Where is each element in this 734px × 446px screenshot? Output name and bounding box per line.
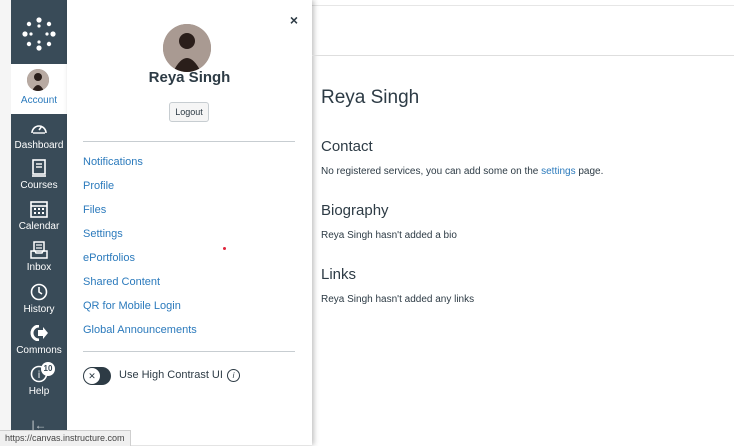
divider (83, 351, 295, 352)
dashboard-icon (11, 118, 67, 138)
info-icon[interactable]: i (227, 369, 240, 382)
avatar (163, 24, 211, 72)
history-icon (11, 282, 67, 302)
inbox-icon (11, 240, 67, 260)
contact-text-before: No registered services, you can add some… (321, 166, 542, 177)
nav-item-commons[interactable]: Commons (11, 323, 67, 363)
biography-heading: Biography (321, 202, 389, 219)
nav-item-label: History (23, 304, 55, 315)
header-divider (312, 55, 734, 56)
contact-text-after: page. (575, 166, 604, 177)
close-icon[interactable]: × (286, 12, 302, 28)
nav-item-dashboard[interactable]: Dashboard (11, 118, 67, 158)
links-text: Reya Singh hasn't added any links (321, 294, 475, 305)
tray-link-global-announcements[interactable]: Global Announcements (83, 324, 197, 336)
nav-item-calendar[interactable]: Calendar (11, 199, 67, 239)
high-contrast-toggle[interactable]: ✕ (83, 367, 111, 385)
cursor-dot (223, 247, 226, 250)
tray-link-settings[interactable]: Settings (83, 228, 123, 240)
canvas-logo-icon[interactable] (11, 8, 67, 60)
nav-item-label: Commons (16, 345, 62, 356)
tray-link-shared-content[interactable]: Shared Content (83, 276, 160, 288)
tray-link-profile[interactable]: Profile (83, 180, 114, 192)
tray-link-notifications[interactable]: Notifications (83, 156, 143, 168)
nav-item-account[interactable]: Account (11, 64, 67, 114)
nav-item-courses[interactable]: Courses (11, 158, 67, 198)
page-title: Reya Singh (321, 87, 420, 108)
settings-link[interactable]: settings (541, 166, 575, 177)
commons-icon (11, 323, 67, 343)
logout-button[interactable]: Logout (169, 102, 209, 122)
nav-item-inbox[interactable]: Inbox (11, 240, 67, 280)
tray-link-qr-mobile-login[interactable]: QR for Mobile Login (83, 300, 181, 312)
calendar-icon (11, 199, 67, 219)
avatar (27, 69, 49, 91)
tray-link-files[interactable]: Files (83, 204, 106, 216)
nav-item-label: Dashboard (14, 140, 64, 151)
user-name: Reya Singh (148, 69, 231, 86)
help-icon: i (11, 364, 67, 384)
help-badge: 10 (41, 362, 55, 376)
nav-item-label: Inbox (26, 262, 52, 273)
links-heading: Links (321, 266, 357, 283)
svg-text:i: i (38, 370, 41, 381)
toggle-off-icon: ✕ (84, 368, 100, 384)
status-bar-url: https://canvas.instructure.com (0, 430, 131, 446)
tray-link-eportfolios[interactable]: ePortfolios (83, 252, 135, 264)
nav-item-label: Courses (20, 180, 58, 191)
contact-heading: Contact (321, 138, 373, 155)
nav-item-history[interactable]: History (11, 282, 67, 322)
high-contrast-label: Use High Contrast UI (119, 369, 223, 381)
global-nav: Account Dashboard Courses Calendar Inbox… (11, 0, 67, 445)
biography-text: Reya Singh hasn't added a bio (321, 230, 457, 241)
nav-item-label: Calendar (18, 221, 60, 232)
contact-text: No registered services, you can add some… (321, 166, 603, 177)
nav-item-label: Help (28, 386, 50, 397)
nav-item-label: Account (20, 95, 58, 106)
account-tray: × Reya Singh Logout Notifications Profil… (67, 0, 312, 445)
browser-left-edge (0, 0, 11, 445)
courses-icon (11, 158, 67, 178)
divider (83, 141, 295, 142)
nav-item-help[interactable]: i 10 Help (11, 362, 67, 404)
